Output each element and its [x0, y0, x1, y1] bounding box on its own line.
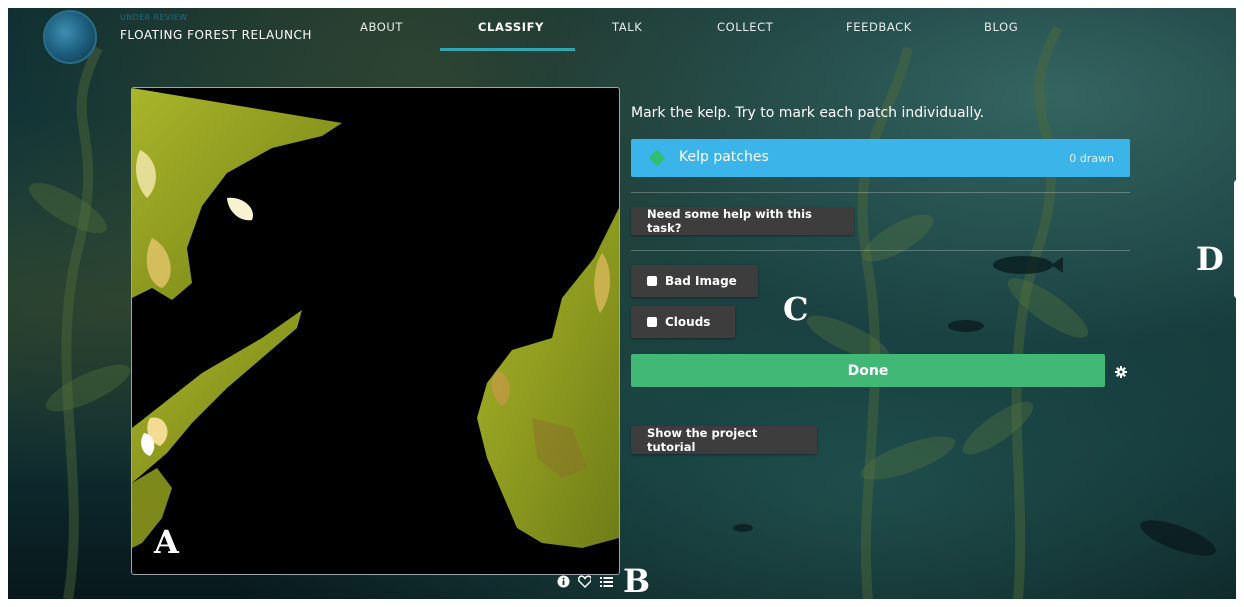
project-logo-icon[interactable] [43, 10, 97, 64]
clouds-checkbox[interactable]: Clouds [631, 306, 735, 338]
nav-link-collect[interactable]: COLLECT [717, 20, 773, 34]
list-icon[interactable] [600, 575, 613, 588]
panel-label-d: D [1196, 240, 1224, 278]
project-title[interactable]: FLOATING FOREST RELAUNCH [120, 28, 312, 42]
tool-color-swatch-icon [648, 149, 666, 167]
nav-link-about[interactable]: ABOUT [360, 20, 403, 34]
task-help-button[interactable]: Need some help with this task? [631, 207, 854, 235]
classify-page: UNDER REVIEW FLOATING FOREST RELAUNCH AB… [8, 8, 1236, 599]
tutorial-label: Show the project tutorial [647, 426, 758, 454]
task-help-label: Need some help with this task? [647, 207, 812, 235]
checkbox-icon [647, 276, 657, 286]
done-button[interactable]: Done [631, 354, 1105, 387]
panel-label-c: C [783, 290, 809, 328]
nav-link-feedback[interactable]: FEEDBACK [846, 20, 912, 34]
checkbox-label: Bad Image [665, 274, 737, 288]
checkbox-icon [647, 317, 657, 327]
kelp-patches-tool[interactable]: Kelp patches 0 drawn [631, 139, 1130, 177]
task-instruction: Mark the kelp. Try to mark each patch in… [631, 105, 985, 121]
tool-label: Kelp patches [679, 149, 769, 165]
top-navigation: UNDER REVIEW FLOATING FOREST RELAUNCH AB… [8, 8, 1236, 64]
gear-icon[interactable] [1115, 363, 1127, 382]
panel-label-a: A [154, 523, 179, 561]
project-tutorial-button[interactable]: Show the project tutorial [631, 426, 817, 454]
divider [631, 192, 1130, 193]
divider [631, 250, 1130, 251]
active-tab-indicator [440, 48, 575, 51]
side-feedback-tab[interactable] [1234, 180, 1236, 298]
bad-image-checkbox[interactable]: Bad Image [631, 265, 758, 297]
nav-link-blog[interactable]: BLOG [984, 20, 1018, 34]
nav-link-talk[interactable]: TALK [612, 20, 642, 34]
satellite-subject-image [132, 88, 619, 548]
panel-label-b: B [623, 562, 651, 599]
heart-icon[interactable] [578, 575, 591, 588]
tool-drawn-count: 0 drawn [1069, 152, 1114, 165]
subject-image-viewer[interactable] [131, 87, 620, 575]
info-icon[interactable] [557, 575, 570, 588]
nav-link-classify[interactable]: CLASSIFY [478, 20, 544, 34]
checkbox-label: Clouds [665, 315, 711, 329]
project-status: UNDER REVIEW [120, 13, 188, 22]
